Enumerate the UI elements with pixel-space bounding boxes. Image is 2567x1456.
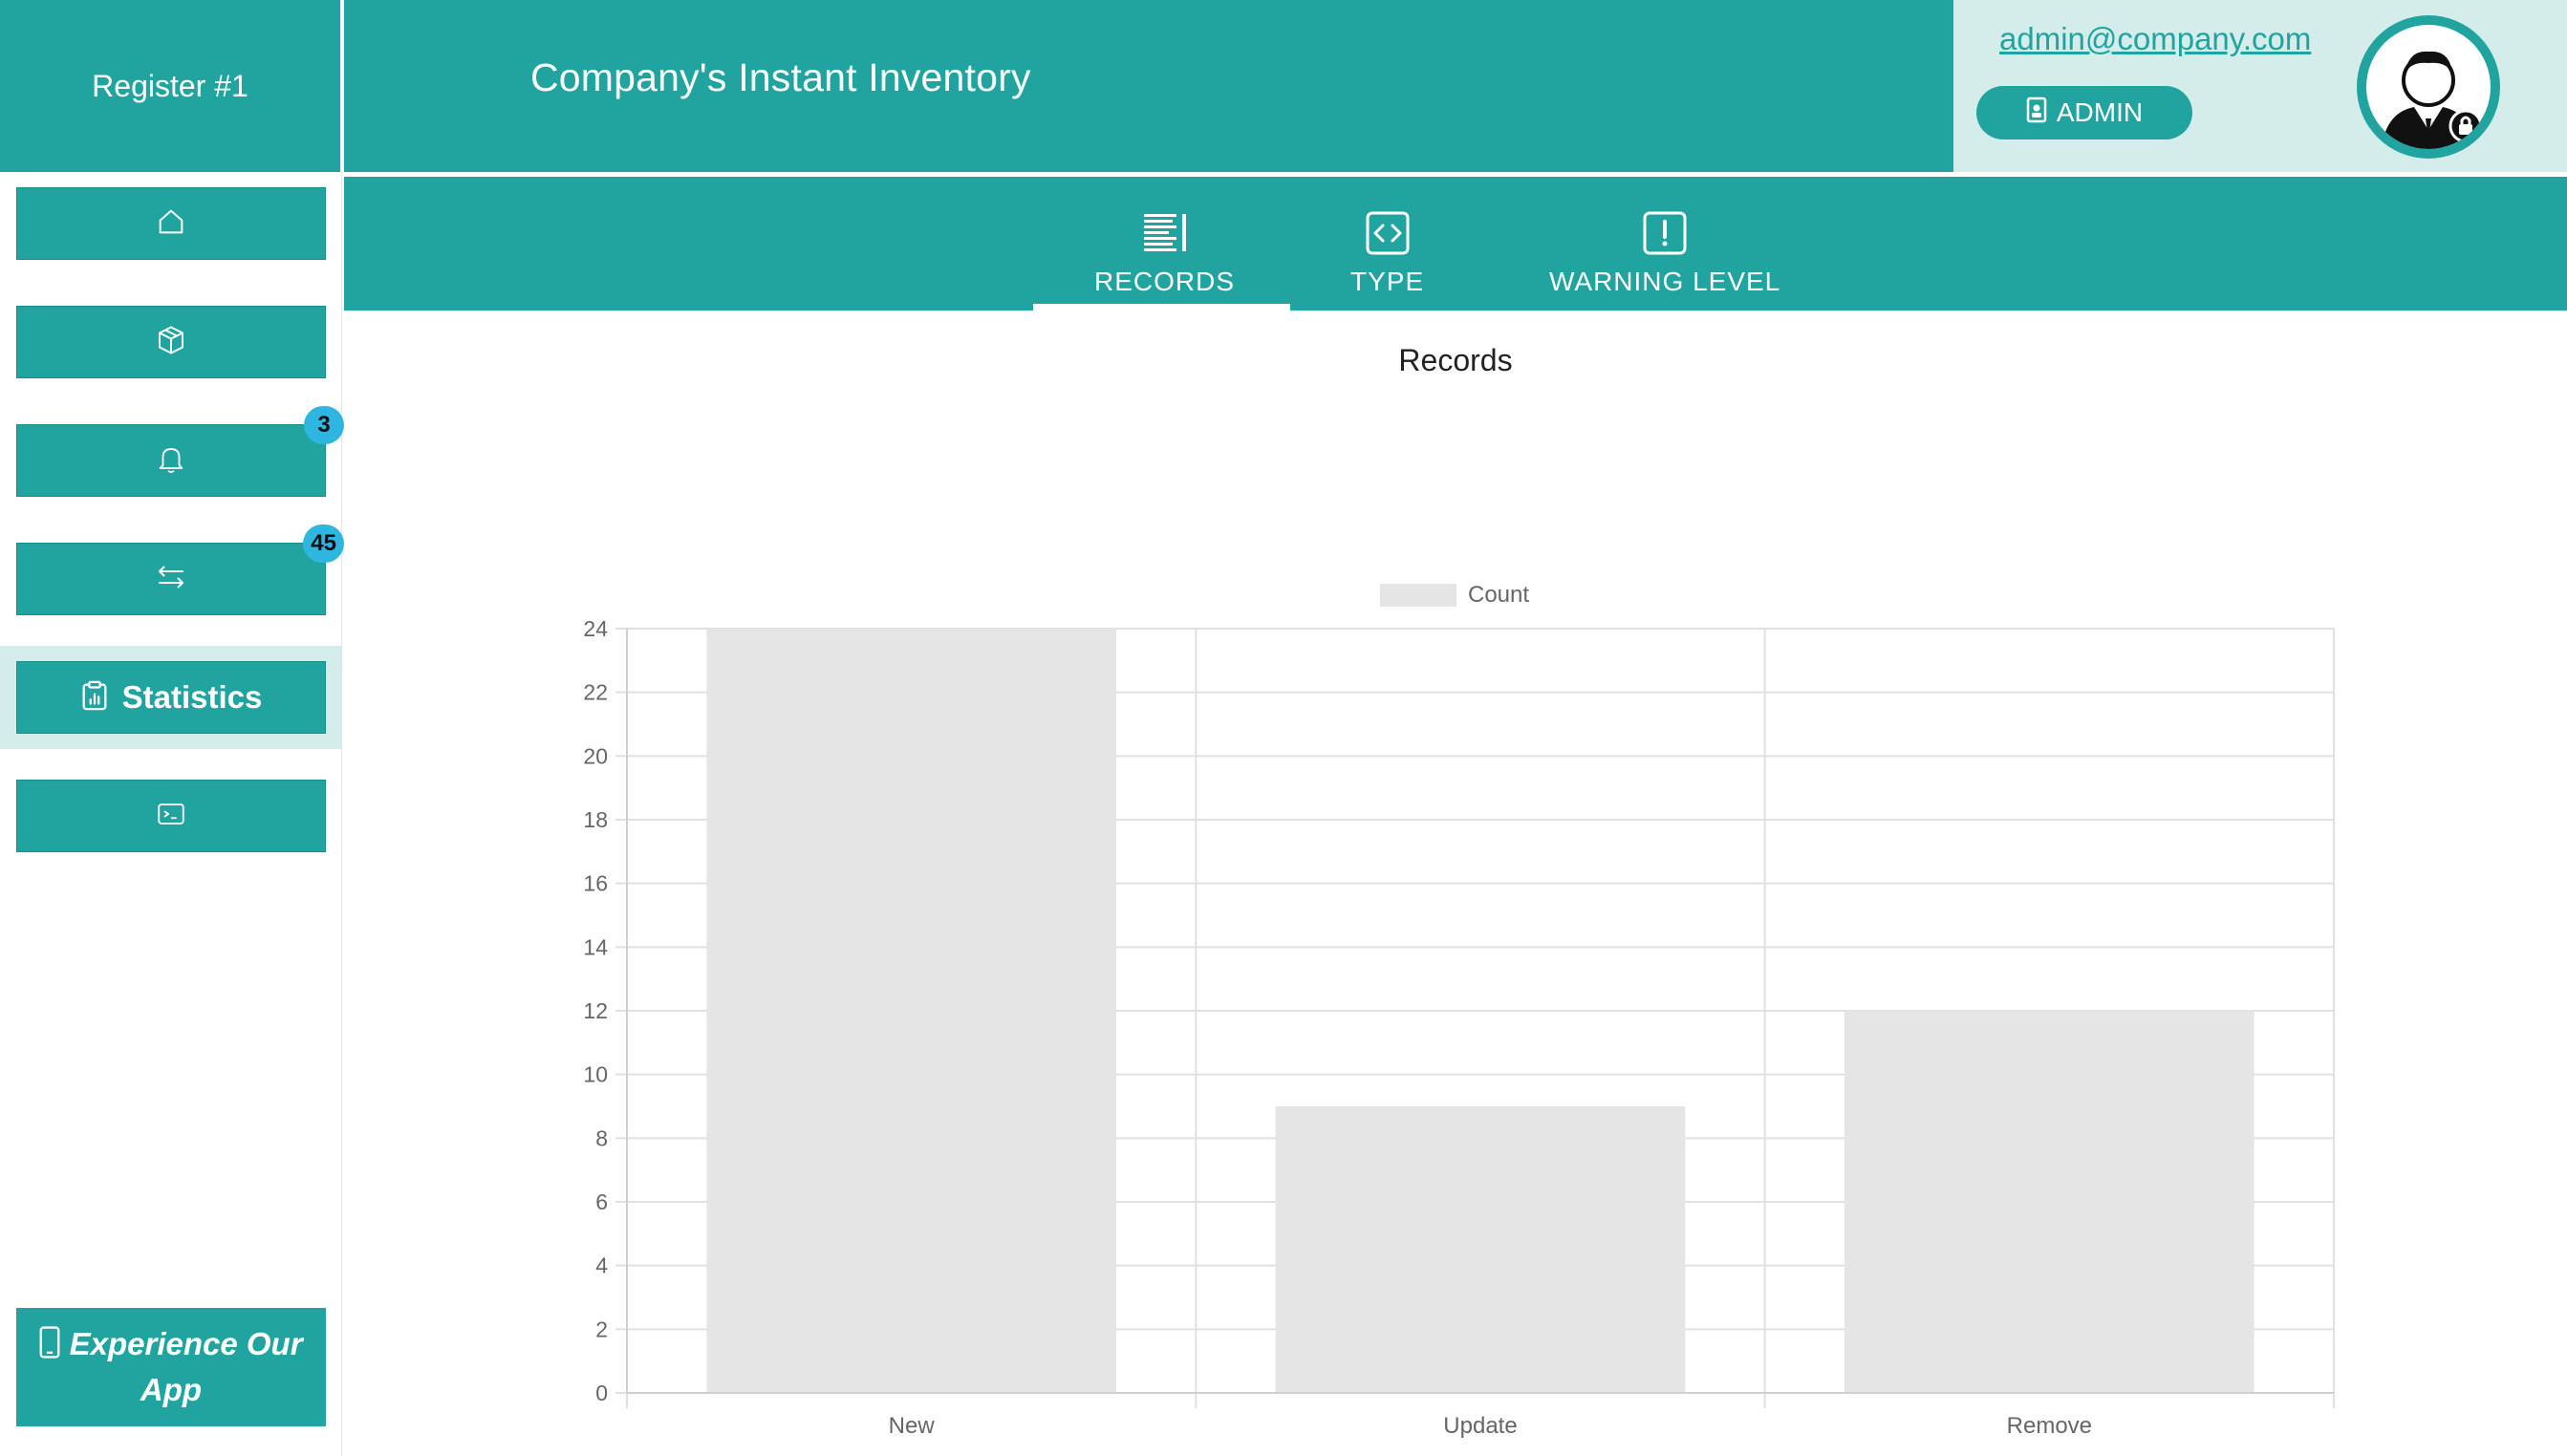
tab-bar: RECORDS TYPE WARNING LEVEL (344, 177, 2567, 310)
bell-icon (155, 442, 187, 480)
tab-records[interactable]: RECORDS (1094, 207, 1235, 297)
app-title: Company's Instant Inventory (530, 55, 1031, 99)
sidebar-item-statistics[interactable]: Statistics (16, 661, 326, 734)
exclamation-icon (1641, 207, 1689, 259)
id-badge-icon (2026, 96, 2047, 130)
package-icon (154, 323, 188, 362)
bar-remove (1844, 1011, 2254, 1393)
experience-app-button[interactable]: Experience Our App (16, 1308, 326, 1426)
bar-chart: 024681012141618202224New Update Remove (583, 616, 2335, 1439)
x-tick-label: Update (1443, 1413, 1517, 1439)
y-tick-label: 4 (595, 1253, 608, 1278)
sidebar-item-home[interactable] (16, 187, 326, 260)
sidebar-item-transfers[interactable]: 45 (16, 525, 344, 615)
transfers-badge: 45 (303, 525, 344, 563)
chart-panel: Records Count 0 2 4 6 8 10 12 14 16 18 20 22 24 New Up… (545, 310, 2366, 1456)
code-icon (1364, 207, 1412, 259)
tab-type[interactable]: TYPE (1350, 207, 1424, 297)
avatar[interactable] (2357, 15, 2500, 159)
y-tick-label: 2 (595, 1317, 608, 1341)
register-text: Register #1 (92, 68, 248, 103)
bar-new (706, 629, 1116, 1393)
register-label: Register #1 (0, 0, 341, 172)
mobile-phone-icon (39, 1326, 69, 1361)
y-tick-label: 0 (595, 1381, 608, 1405)
user-email-link[interactable]: admin@company.com (1999, 21, 2311, 57)
user-avatar-icon (2366, 25, 2491, 149)
bar-update (1275, 1106, 1686, 1393)
y-tick-label: 12 (583, 998, 608, 1023)
notifications-badge: 3 (304, 406, 344, 444)
y-tick-label: 20 (583, 743, 608, 768)
clipboard-chart-icon (80, 679, 109, 717)
sidebar-item-label: Statistics (121, 679, 263, 715)
y-tick-label: 22 (583, 680, 608, 705)
x-tick-label: Remove (2007, 1413, 2092, 1439)
tab-type-label: TYPE (1350, 267, 1425, 296)
user-panel: admin@company.com ADMIN (1953, 0, 2567, 172)
sidebar-item-console[interactable] (16, 780, 326, 852)
y-tick-label: 8 (595, 1125, 608, 1150)
y-tick-label: 10 (583, 1062, 608, 1087)
role-button[interactable]: ADMIN (1976, 86, 2192, 139)
y-tick-label: 18 (583, 807, 608, 832)
home-icon (155, 205, 187, 243)
sidebar: 3 45 Statistics Experience Our App (0, 172, 344, 1456)
sidebar-item-inventory[interactable] (16, 306, 326, 378)
role-label: ADMIN (2056, 97, 2144, 127)
y-tick-label: 6 (595, 1189, 608, 1214)
terminal-icon (155, 798, 187, 835)
y-tick-label: 24 (583, 616, 608, 641)
y-tick-label: 14 (583, 934, 608, 959)
active-tab-indicator (1033, 304, 1290, 310)
transfer-icon (154, 560, 188, 599)
sidebar-item-notifications[interactable]: 3 (16, 406, 344, 497)
tab-warning-label: WARNING LEVEL (1549, 267, 1781, 296)
tab-warning-level[interactable]: WARNING LEVEL (1549, 207, 1780, 297)
x-tick-label: New (889, 1413, 936, 1439)
header-bar: Company's Instant Inventory (344, 0, 1953, 172)
promo-text: Experience Our App (69, 1326, 303, 1407)
tab-records-label: RECORDS (1094, 267, 1236, 296)
list-icon (1142, 207, 1188, 259)
y-tick-label: 16 (583, 871, 608, 896)
